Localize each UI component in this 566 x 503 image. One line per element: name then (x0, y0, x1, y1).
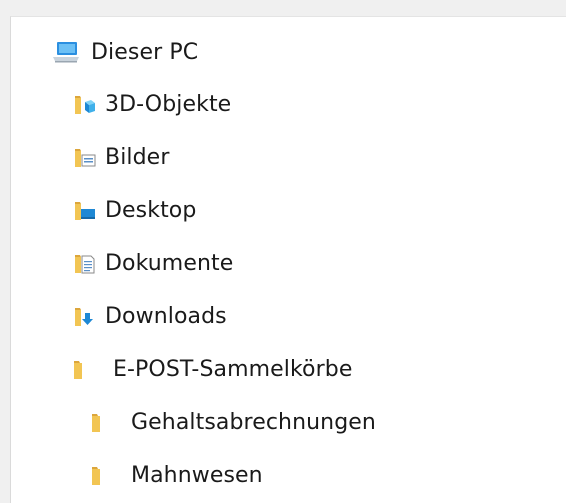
documents-folder-icon (71, 250, 97, 276)
tree-item-e-post-sammelkoerbe[interactable]: E-POST-Sammelkörbe (71, 349, 352, 389)
tree-item-label: Gehaltsabrechnungen (131, 409, 376, 435)
folder-icon (89, 462, 123, 488)
folder-icon (89, 409, 123, 435)
desktop-folder-icon (71, 197, 97, 223)
tree-item-label: Bilder (105, 144, 170, 170)
tree-item-label: Desktop (105, 197, 197, 223)
tree-item-3d-objekte[interactable]: 3D-Objekte (71, 84, 231, 124)
tree-item-gehaltsabrechnungen[interactable]: Gehaltsabrechnungen (89, 402, 376, 442)
tree-item-label: Mahnwesen (131, 462, 263, 488)
navigation-pane: Dieser PC 3D-Objekte Bilder Desktop Doku… (10, 16, 566, 503)
3d-objects-folder-icon (71, 91, 97, 117)
tree-item-desktop[interactable]: Desktop (71, 190, 196, 230)
tree-item-dokumente[interactable]: Dokumente (71, 243, 233, 283)
tree-item-downloads[interactable]: Downloads (71, 296, 227, 336)
tree-item-label: 3D-Objekte (105, 91, 232, 117)
folder-icon (71, 356, 105, 382)
computer-icon (49, 39, 83, 65)
tree-item-label: E-POST-Sammelkörbe (113, 356, 353, 382)
pictures-folder-icon (71, 144, 97, 170)
tree-item-mahnwesen[interactable]: Mahnwesen (89, 455, 263, 495)
tree-item-label: Dokumente (105, 250, 234, 276)
downloads-folder-icon (71, 303, 97, 329)
tree-item-bilder[interactable]: Bilder (71, 137, 169, 177)
tree-item-dieser-pc[interactable]: Dieser PC (49, 32, 198, 72)
tree-item-label: Downloads (105, 303, 227, 329)
tree-item-label: Dieser PC (91, 39, 199, 65)
